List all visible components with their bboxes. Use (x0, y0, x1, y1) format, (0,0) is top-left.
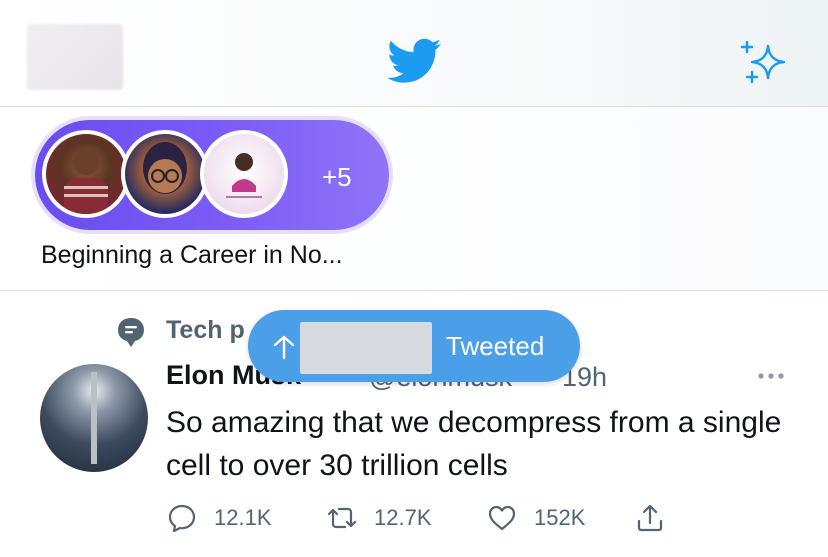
space-title[interactable]: Beginning a Career in No... (41, 241, 343, 270)
share-button[interactable] (634, 500, 666, 536)
new-tweets-avatars (300, 322, 432, 374)
arrow-up-icon (273, 335, 295, 360)
like-button[interactable]: 152K (486, 500, 585, 536)
heart-icon (488, 505, 516, 531)
like-count: 152K (534, 505, 586, 530)
new-tweets-label: Tweeted (446, 331, 545, 361)
retweet-count: 12.7K (374, 505, 432, 530)
author-avatar[interactable] (40, 364, 148, 472)
space-extra-count: +5 (322, 162, 352, 192)
tweet-text: So amazing that we decompress from a sin… (166, 406, 782, 482)
more-options-icon[interactable] (756, 368, 786, 384)
space-speaker-avatar (121, 130, 209, 218)
reply-count: 12.1K (214, 505, 272, 530)
reply-button[interactable]: 12.1K (166, 500, 272, 536)
rocket-image (91, 372, 97, 464)
share-icon (637, 504, 663, 532)
retweet-button[interactable]: 12.7K (326, 500, 432, 536)
space-host-avatar (42, 130, 130, 218)
tweet-actions: 12.1K 12.7K 152K (166, 500, 726, 536)
twitter-bird-icon[interactable] (388, 38, 442, 84)
space-listener-avatar (200, 130, 288, 218)
retweet-icon (327, 507, 357, 529)
topic-icon (118, 318, 144, 347)
reply-icon (168, 504, 196, 533)
sparkle-icon[interactable] (738, 40, 788, 86)
profile-avatar-button[interactable] (27, 24, 123, 90)
topic-label[interactable]: Tech p (166, 316, 245, 345)
